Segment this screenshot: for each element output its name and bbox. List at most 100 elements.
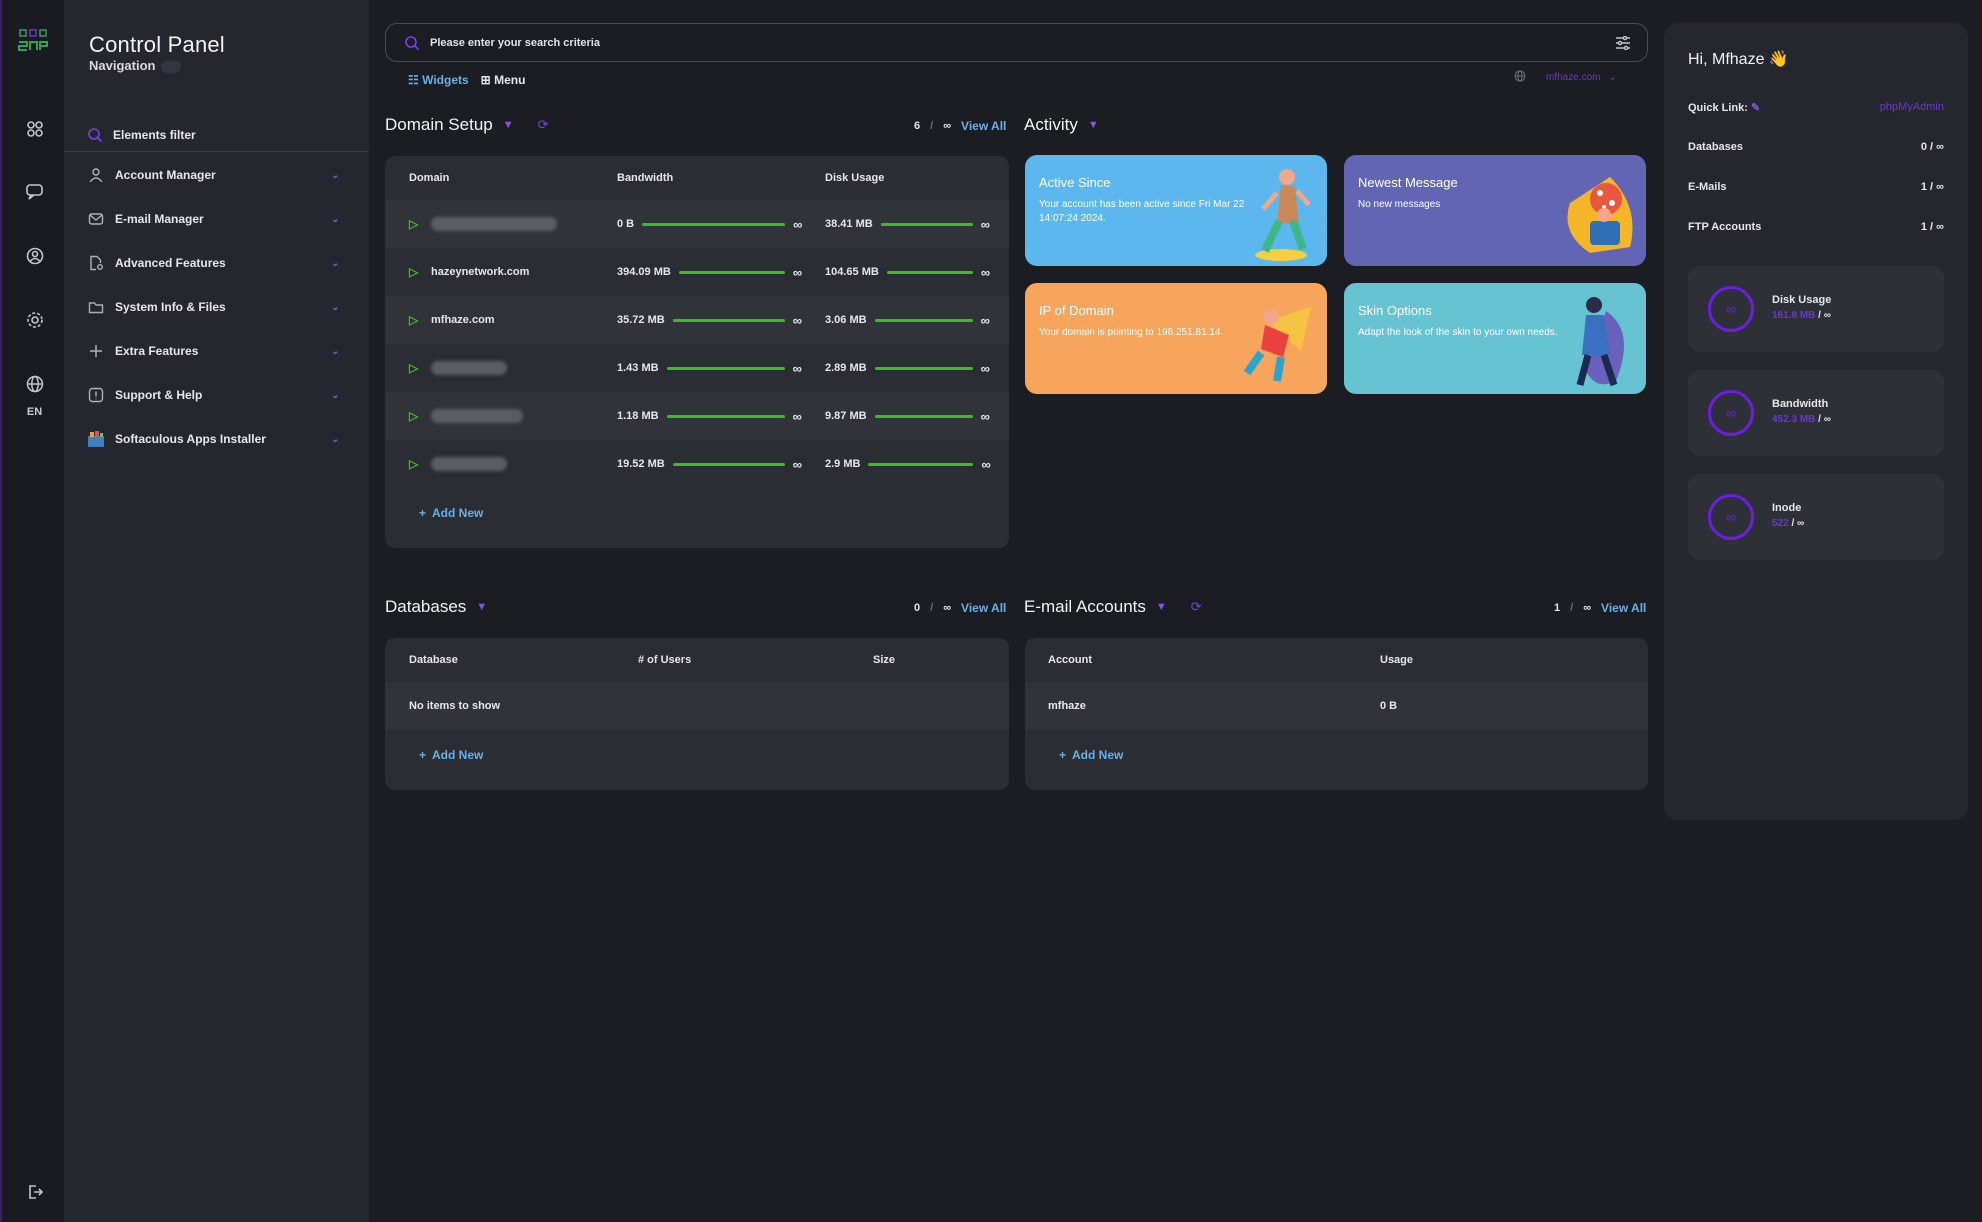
disk-usage-bar	[874, 414, 973, 418]
nav-item-extra-features[interactable]: Extra Features ⌄	[87, 340, 343, 362]
icon-rail: EN	[0, 0, 65, 1222]
table-row[interactable]: ▷ 1.43 MB ∞ 2.89 MB ∞	[385, 344, 1009, 392]
email-view-all-link[interactable]: View All	[1601, 601, 1646, 615]
infinity-icon: ∞	[980, 216, 990, 232]
refresh-icon[interactable]: ⟳	[1191, 599, 1202, 615]
list-icon: ☷	[408, 73, 419, 87]
chevron-down-icon: ⌄	[331, 345, 340, 357]
domain-view-all-link[interactable]: View All	[961, 119, 1006, 133]
newest-message-tile[interactable]: Newest Message No new messages	[1344, 155, 1646, 266]
bandwidth-card[interactable]: ∞ Bandwidth 452.3 MB / ∞	[1688, 370, 1944, 456]
gear-icon[interactable]	[24, 309, 46, 331]
play-icon[interactable]: ▷	[409, 409, 431, 423]
quick-link-label: Quick Link:	[1688, 102, 1748, 114]
activity-header: Activity ▼	[1024, 115, 1099, 135]
mail-icon	[87, 210, 105, 228]
elements-filter[interactable]: Elements filter	[65, 118, 369, 152]
dashboard-icon[interactable]	[24, 118, 46, 140]
table-row[interactable]: ▷ 19.52 MB ∞ 2.9 MB ∞	[385, 440, 1009, 488]
domain-selector-value: mfhaze.com	[1546, 72, 1601, 83]
infinity-icon: ∞	[792, 264, 803, 280]
domain-setup-counter: 6 / ∞ View All	[914, 119, 1006, 133]
plus-icon: +	[1059, 748, 1067, 762]
usage-limit: / ∞	[1791, 518, 1805, 529]
search-input[interactable]	[430, 36, 1615, 49]
email-account-usage: 0 B	[1380, 700, 1398, 712]
disk-usage-value: 9.87 MB	[825, 410, 867, 422]
bandwidth-value: 1.18 MB	[617, 410, 659, 422]
plus-icon	[87, 342, 105, 360]
counter-separator: /	[930, 120, 934, 132]
language-label[interactable]: EN	[2, 406, 67, 418]
databases-title: Databases	[385, 597, 467, 616]
logo-icon	[18, 29, 48, 51]
nav-item-account-manager[interactable]: Account Manager ⌄	[87, 164, 343, 186]
play-icon[interactable]: ▷	[409, 361, 431, 375]
search-icon	[405, 35, 420, 50]
grid-icon: ⊞	[480, 73, 491, 87]
add-email-button[interactable]: + Add New	[1059, 748, 1648, 762]
table-row[interactable]: ▷ hazeynetwork.com 394.09 MB ∞ 104.65 MB …	[385, 248, 1009, 296]
bandwidth-bar	[672, 318, 785, 322]
chevron-down-icon[interactable]: ▼	[1088, 119, 1099, 131]
reading-person-illustration	[1567, 177, 1633, 253]
ip-of-domain-tile[interactable]: IP of Domain Your domain is pointing to …	[1025, 283, 1327, 394]
disk-usage-card[interactable]: ∞ Disk Usage 161.8 MB / ∞	[1688, 266, 1944, 352]
nav-subtitle-badge	[161, 60, 182, 73]
pencil-icon[interactable]: ✎	[1751, 102, 1760, 114]
quick-link-value[interactable]: phpMyAdmin	[1880, 101, 1944, 114]
play-icon[interactable]: ▷	[409, 217, 431, 231]
infinity-ring-icon: ∞	[1708, 494, 1754, 540]
domain-selector[interactable]: mfhaze.com ⌄	[1514, 70, 1617, 85]
disk-usage-bar	[886, 270, 973, 274]
add-email-label: Add New	[1072, 748, 1124, 762]
table-row[interactable]: ▷ 1.18 MB ∞ 9.87 MB ∞	[385, 392, 1009, 440]
table-row[interactable]: ▷ mfhaze.com 35.72 MB ∞ 3.06 MB ∞	[385, 296, 1009, 344]
add-domain-button[interactable]: + Add New	[419, 506, 1009, 520]
play-icon[interactable]: ▷	[409, 265, 431, 279]
usage-label: Disk Usage	[1772, 294, 1832, 306]
inode-card[interactable]: ∞ Inode 522 / ∞	[1688, 474, 1944, 560]
chevron-down-icon[interactable]: ▼	[476, 601, 487, 613]
refresh-icon[interactable]: ⟳	[538, 117, 549, 133]
user-circle-icon[interactable]	[24, 245, 46, 267]
alert-icon	[87, 386, 105, 404]
menu-view-button[interactable]: ⊞ Menu	[481, 73, 526, 87]
stat-value: 0 / ∞	[1920, 141, 1944, 153]
usage-limit: / ∞	[1818, 310, 1831, 321]
infinity-icon: ∞	[980, 360, 990, 376]
stat-row-ftp: FTP Accounts 1 / ∞	[1688, 221, 1944, 233]
infinity-icon: ∞	[980, 408, 990, 424]
usage-limit: / ∞	[1818, 414, 1831, 425]
widgets-view-label: Widgets	[422, 73, 469, 87]
table-row[interactable]: ▷ 0 B ∞ 38.41 MB ∞	[385, 200, 1009, 248]
skin-options-tile[interactable]: Skin Options Adapt the look of the skin …	[1344, 283, 1646, 394]
play-icon[interactable]: ▷	[409, 457, 431, 471]
chevron-down-icon: ⌄	[331, 389, 340, 401]
nav-item-support-help[interactable]: Support & Help ⌄	[87, 384, 343, 406]
chevron-down-icon[interactable]: ▼	[1156, 601, 1167, 613]
nav-item-system-info[interactable]: System Info & Files ⌄	[87, 296, 343, 318]
domain-setup-card: Domain Bandwidth Disk Usage ▷ 0 B ∞ 38.4…	[385, 156, 1009, 548]
play-icon[interactable]: ▷	[409, 313, 431, 327]
chat-icon[interactable]	[24, 181, 46, 203]
widgets-view-button[interactable]: ☷ Widgets	[408, 73, 469, 87]
table-row[interactable]: mfhaze 0 B	[1025, 682, 1648, 730]
domain-name[interactable]: mfhaze.com	[431, 314, 495, 326]
nav-item-advanced-features[interactable]: Advanced Features ⌄	[87, 252, 343, 274]
databases-view-all-link[interactable]: View All	[961, 601, 1006, 615]
domain-name[interactable]: hazeynetwork.com	[431, 266, 529, 278]
search-bar[interactable]	[385, 23, 1648, 62]
logout-icon[interactable]	[24, 1181, 46, 1203]
globe-icon[interactable]	[24, 373, 46, 395]
filter-sliders-icon[interactable]	[1615, 35, 1631, 50]
redacted-domain	[431, 217, 557, 231]
column-header: Bandwidth	[617, 172, 674, 184]
active-since-tile[interactable]: Active Since Your account has been activ…	[1025, 155, 1327, 266]
nav-item-email-manager[interactable]: E-mail Manager ⌄	[87, 208, 343, 230]
chevron-down-icon[interactable]: ▼	[503, 119, 514, 131]
add-database-button[interactable]: + Add New	[419, 748, 1009, 762]
nav-item-label: Advanced Features	[115, 256, 226, 270]
nav-item-softaculous[interactable]: Softaculous Apps Installer ⌄	[87, 428, 343, 450]
column-header: Domain	[409, 172, 450, 184]
